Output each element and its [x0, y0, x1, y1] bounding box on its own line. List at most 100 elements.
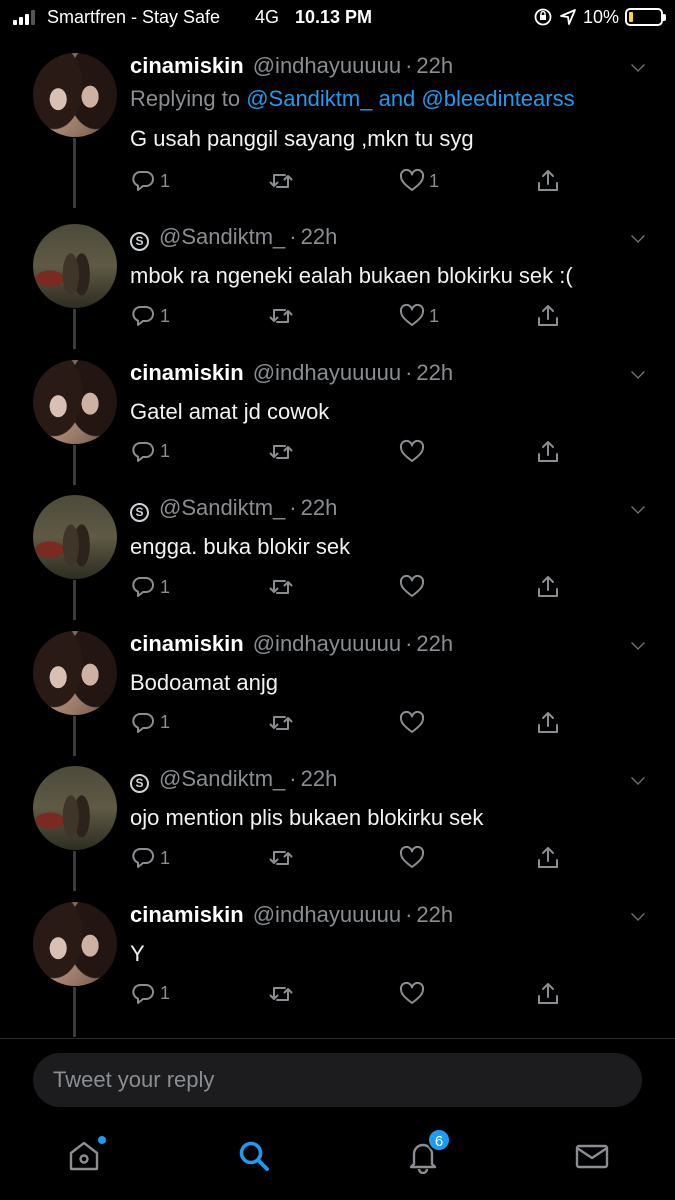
tweet[interactable]: cinamiskin @indhayuuuuu · 22h Y 1 [0, 885, 675, 1037]
like-button[interactable] [399, 572, 429, 602]
reply-button[interactable]: 1 [130, 708, 170, 738]
tab-notifications[interactable]: 6 [405, 1128, 451, 1178]
like-count: 1 [429, 170, 440, 191]
avatar[interactable] [33, 53, 117, 137]
like-icon [399, 710, 425, 733]
chevron-down-icon[interactable] [631, 771, 645, 785]
chevron-down-icon[interactable] [631, 906, 645, 921]
avatar[interactable] [33, 224, 117, 308]
retweet-button[interactable] [268, 843, 294, 873]
share-button[interactable] [535, 301, 561, 331]
tweet-actions: 1 [130, 843, 570, 873]
retweet-icon [269, 580, 293, 594]
share-button[interactable] [535, 843, 561, 873]
avatar[interactable] [33, 901, 117, 986]
reply-count: 1 [160, 712, 171, 732]
author-handle[interactable]: @Sandiktm_ [159, 766, 285, 792]
tweet-time: 22h [416, 630, 454, 656]
avatar[interactable] [33, 495, 117, 579]
avatar[interactable] [33, 766, 117, 850]
chevron-down-icon[interactable] [631, 364, 645, 379]
like-button[interactable]: 1 [399, 166, 439, 196]
reply-button[interactable]: 1 [130, 437, 170, 467]
share-icon [538, 576, 558, 597]
like-icon [399, 303, 425, 326]
author-name[interactable]: cinamiskin [130, 631, 244, 657]
reply-count: 1 [160, 305, 171, 326]
chevron-down-icon[interactable] [631, 635, 645, 650]
retweet-button[interactable] [268, 166, 294, 196]
network-type: 4G [255, 7, 280, 27]
reply-button[interactable]: 1 [130, 843, 170, 873]
tab-home[interactable] [66, 1136, 106, 1178]
share-button[interactable] [535, 572, 561, 602]
retweet-button[interactable] [268, 979, 294, 1009]
clock: 10.13 PM [295, 7, 373, 27]
retweet-button[interactable] [268, 301, 294, 331]
tweet[interactable]: S @Sandiktm_ · 22h mbok ra ngeneki ealah… [0, 207, 675, 349]
tweet-actions: 1 1 [130, 301, 570, 331]
retweet-icon [269, 444, 293, 459]
tweet[interactable]: cinamiskin @indhayuuuuu · 22h Gatel amat… [0, 343, 675, 485]
tweet[interactable]: S @Sandiktm_ · 22h engga. buka blokir se… [0, 478, 675, 620]
like-button[interactable] [399, 979, 429, 1009]
status-bar: Smartfren - Stay Safe 4G 10.13 PM 10% [0, 0, 675, 36]
share-button[interactable] [535, 166, 561, 196]
blocked-badge-icon: S [130, 232, 149, 251]
tab-messages[interactable] [574, 1138, 614, 1178]
messages-icon [575, 1144, 609, 1169]
author-handle[interactable]: @Sandiktm_ [159, 224, 285, 250]
author-name[interactable]: cinamiskin [130, 53, 244, 79]
tweet[interactable]: cinamiskin @indhayuuuuu · 22h Replying t… [0, 36, 675, 208]
tweet-actions: 1 [130, 708, 570, 738]
share-icon [538, 440, 558, 462]
share-icon [538, 170, 558, 191]
chevron-down-icon[interactable] [631, 229, 645, 243]
reply-button[interactable]: 1 [130, 572, 170, 602]
retweet-icon [269, 174, 293, 188]
tweet-text: G usah panggil sayang ,mkn tu syg [130, 126, 474, 151]
reply-icon [132, 983, 154, 1004]
like-button[interactable] [399, 708, 429, 738]
tab-search[interactable] [236, 1138, 276, 1178]
author-handle[interactable]: @indhayuuuuu [253, 631, 401, 657]
reply-icon [132, 577, 154, 597]
reply-icon [132, 171, 154, 191]
retweet-button[interactable] [268, 437, 294, 467]
author-handle[interactable]: @indhayuuuuu [253, 53, 401, 79]
share-icon [538, 711, 558, 733]
tweet-actions: 1 [130, 437, 570, 467]
tweet[interactable]: S @Sandiktm_ · 22h ojo mention plis buka… [0, 749, 675, 891]
author-handle[interactable]: @indhayuuuuu [253, 902, 401, 928]
like-button[interactable] [399, 437, 429, 467]
tweet-time: 22h [416, 359, 454, 385]
retweet-button[interactable] [268, 572, 294, 602]
author-handle[interactable]: @indhayuuuuu [253, 360, 401, 386]
tweet[interactable]: cinamiskin @indhayuuuuu · 22h Bodoamat a… [0, 614, 675, 756]
like-button[interactable]: 1 [399, 301, 439, 331]
reply-button[interactable]: 1 [130, 979, 170, 1009]
share-button[interactable] [535, 708, 561, 738]
notifications-badge: 6 [427, 1128, 451, 1152]
replying-to: Replying to @Sandiktm_ and @bleedintears… [130, 86, 575, 112]
reply-button[interactable]: 1 [130, 166, 170, 196]
avatar[interactable] [33, 630, 117, 715]
avatar[interactable] [33, 359, 117, 444]
tweet-reply-input[interactable] [33, 1053, 642, 1107]
like-icon [399, 439, 425, 462]
like-button[interactable] [399, 843, 429, 873]
share-button[interactable] [535, 437, 561, 467]
reply-count: 1 [160, 983, 171, 1003]
replying-to-links[interactable]: @Sandiktm_ and @bleedintearss [246, 86, 574, 111]
share-button[interactable] [535, 979, 561, 1009]
chevron-down-icon[interactable] [631, 500, 645, 514]
retweet-button[interactable] [268, 708, 294, 738]
author-name[interactable]: cinamiskin [130, 902, 244, 928]
retweet-icon [269, 851, 293, 865]
author-name[interactable]: cinamiskin [130, 360, 244, 386]
chevron-down-icon[interactable] [631, 58, 645, 72]
carrier-name: Smartfren - Stay Safe [47, 7, 221, 27]
author-handle[interactable]: @Sandiktm_ [159, 495, 285, 521]
reply-button[interactable]: 1 [130, 301, 170, 331]
thread-line [73, 986, 76, 1037]
